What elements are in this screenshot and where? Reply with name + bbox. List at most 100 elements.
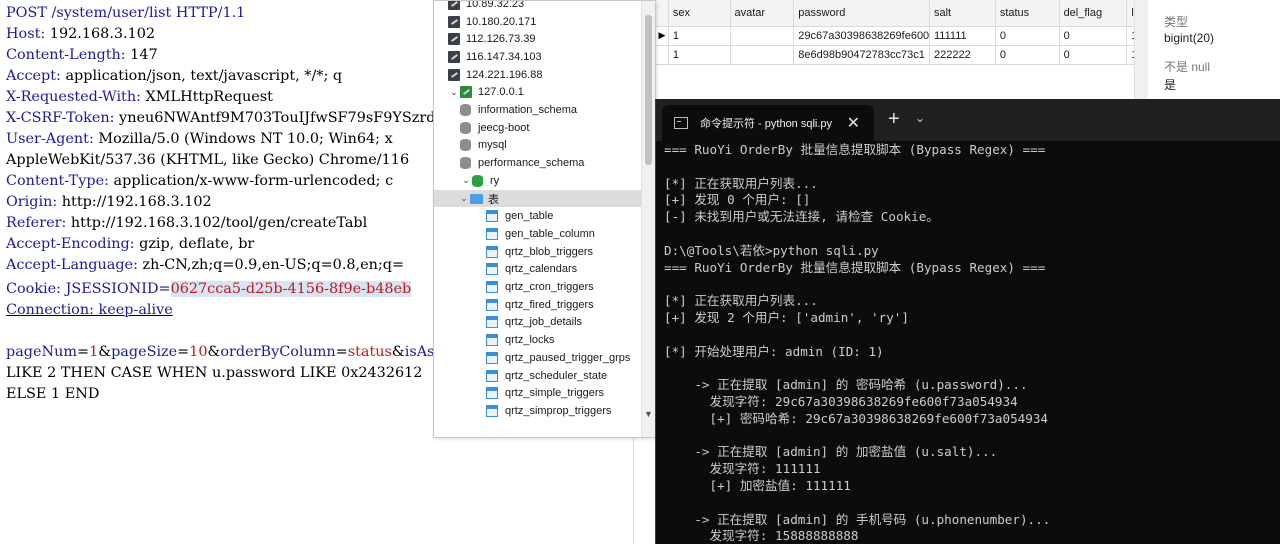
expand-chevron-icon[interactable]: ⌄ — [458, 193, 470, 204]
table-icon — [486, 227, 498, 240]
grid-scrollbar[interactable] — [1134, 0, 1148, 100]
tree-item[interactable]: qrtz_cron_triggers — [434, 278, 642, 296]
tree-item[interactable]: 116.147.34.103 — [434, 48, 642, 66]
notnull-label: 不是 null — [1164, 60, 1211, 74]
request-header-line: X-CSRF-Token: yneu6NWAntf9M703TouIJfwSF7… — [6, 108, 435, 129]
tree-scroll-thumb[interactable] — [645, 15, 652, 165]
header-value: http://192.168.3.102 — [57, 194, 212, 210]
column-header[interactable]: avatar — [730, 0, 795, 27]
terminal-tab[interactable]: 命令提示符 - python sqli.py ✕ — [662, 105, 874, 141]
table-icon — [486, 245, 498, 258]
tree-item[interactable]: jeecg-boot — [434, 119, 642, 137]
tree-item[interactable]: 10.89.32.23 — [434, 1, 642, 13]
expand-chevron-icon[interactable]: ⌄ — [460, 175, 472, 186]
header-key: Accept-Language: — [6, 257, 138, 273]
tree-item[interactable]: 112.126.73.39 — [434, 30, 642, 48]
tree-item-label: 124.221.196.88 — [466, 68, 543, 81]
table-cell[interactable]: 0 — [995, 45, 1060, 65]
table-icon — [486, 316, 498, 329]
tree-item-label: qrtz_cron_triggers — [505, 281, 594, 294]
request-body-line-3: ELSE 1 END — [6, 386, 100, 402]
new-tab-button[interactable]: + — [888, 109, 900, 129]
request-header-line: Accept-Encoding: gzip, deflate, br — [6, 234, 254, 255]
tree-item-label: 116.147.34.103 — [466, 50, 542, 63]
request-header-line: POST /system/user/list HTTP/1.1 — [6, 3, 245, 24]
table-cell[interactable] — [730, 45, 795, 65]
tree-item[interactable]: qrtz_paused_trigger_grps — [434, 349, 642, 367]
tree-item[interactable]: ⌄ 表 — [434, 189, 642, 208]
tab-dropdown-icon[interactable]: ⌄ — [915, 111, 925, 125]
grid-header-row: sexavatarpasswordsaltstatusdel_flaglo — [656, 0, 1136, 27]
tree-item[interactable]: 124.221.196.88 — [434, 66, 642, 84]
table-icon — [486, 334, 498, 347]
tree-item[interactable]: ⌄ 127.0.0.1 — [434, 84, 642, 102]
column-header[interactable]: del_flag — [1059, 0, 1128, 27]
header-value: AppleWebKit/537.36 (KHTML, like Gecko) C… — [6, 152, 410, 168]
tree-item[interactable]: gen_table — [434, 207, 642, 225]
table-cell[interactable]: 0 — [1059, 26, 1128, 46]
database-icon — [472, 174, 483, 187]
table-cell[interactable]: 0 — [1059, 45, 1128, 65]
table-icon — [486, 369, 498, 382]
tree-item[interactable]: ⌄ ry — [434, 172, 642, 190]
close-tab-icon[interactable]: ✕ — [847, 113, 860, 133]
tree-item-label: qrtz_blob_triggers — [505, 245, 594, 258]
table-cell[interactable]: 1 — [668, 45, 731, 65]
data-grid[interactable]: sexavatarpasswordsaltstatusdel_flaglo ▶1… — [656, 0, 1136, 100]
terminal-line: [-] 未找到用户或无法连接, 请检查 Cookie。 — [664, 209, 939, 225]
column-header[interactable]: password — [793, 0, 930, 27]
expand-chevron-icon[interactable]: ⌄ — [448, 87, 460, 98]
header-key: X-CSRF-Token: — [6, 110, 115, 126]
row-marker-header — [656, 0, 669, 27]
tree-item-label: jeecg-boot — [478, 121, 530, 134]
column-header[interactable]: sex — [668, 0, 731, 27]
table-icon — [486, 404, 498, 417]
tree-item[interactable]: qrtz_calendars — [434, 261, 642, 279]
tree-item-label: qrtz_locks — [505, 334, 555, 347]
connection-tree[interactable]: 10.89.32.23 10.180.20.171 112.126.73.39 116… — [433, 0, 656, 438]
tree-item[interactable]: qrtz_job_details — [434, 314, 642, 332]
tree-item-label: qrtz_job_details — [505, 316, 583, 329]
tree-item-label: 112.126.73.39 — [466, 33, 536, 46]
tree-item[interactable]: 10.180.20.171 — [434, 13, 642, 31]
tree-item[interactable]: qrtz_simple_triggers — [434, 384, 642, 402]
tree-item[interactable]: information_schema — [434, 101, 642, 119]
table-cell[interactable]: 8e6d98b90472783cc73c1 — [793, 45, 930, 65]
request-header-line: Accept: application/json, text/javascrip… — [6, 66, 342, 87]
tree-item[interactable]: qrtz_locks — [434, 331, 642, 349]
table-cell[interactable]: 111111 — [929, 26, 996, 46]
tree-item[interactable]: performance_schema — [434, 154, 642, 172]
tree-item-label: qrtz_calendars — [505, 263, 578, 276]
table-cell[interactable]: 1 — [668, 26, 731, 46]
request-header-line: X-Requested-With: XMLHttpRequest — [6, 87, 273, 108]
tree-item[interactable]: qrtz_blob_triggers — [434, 243, 642, 261]
header-key: Origin: — [6, 194, 58, 210]
table-row[interactable]: 18e6d98b90472783cc73c12222220012 — [656, 45, 1136, 65]
terminal-line: [+] 加密盐值: 111111 — [664, 478, 851, 493]
terminal-line: [*] 开始处理用户: admin (ID: 1) — [664, 343, 884, 359]
column-header[interactable]: status — [995, 0, 1060, 27]
table-cell[interactable]: 29c67a30398638269fe600 — [793, 26, 930, 46]
tree-item[interactable]: mysql — [434, 137, 642, 155]
terminal-line: [+] 发现 2 个用户: ['admin', 'ry'] — [664, 310, 909, 325]
tree-item[interactable]: gen_table_column — [434, 225, 642, 243]
table-folder-icon — [470, 193, 483, 204]
tree-item[interactable]: qrtz_fired_triggers — [434, 296, 642, 314]
tree-item[interactable]: qrtz_scheduler_state — [434, 367, 642, 385]
scroll-down-icon[interactable]: ▼ — [644, 409, 653, 419]
terminal-line: -> 正在提取 [admin] 的 密码哈希 (u.password)... — [664, 377, 1028, 393]
table-cell[interactable]: 0 — [995, 26, 1060, 46]
table-row[interactable]: ▶129c67a30398638269fe6001111110012 — [656, 26, 1136, 46]
table-cell[interactable]: 222222 — [929, 45, 996, 65]
tree-item-label: qrtz_fired_triggers — [505, 298, 594, 311]
tree-item-label: ry — [490, 174, 500, 187]
connection-icon — [448, 33, 460, 46]
terminal-window[interactable]: 命令提示符 - python sqli.py ✕ + ⌄ === RuoYi O… — [655, 99, 1280, 544]
table-icon — [486, 351, 498, 364]
table-cell[interactable] — [730, 26, 795, 46]
type-value: bigint(20) — [1164, 31, 1215, 45]
tree-scrollbar[interactable]: ▼ — [641, 1, 655, 437]
column-header[interactable]: salt — [929, 0, 996, 27]
tree-item[interactable]: qrtz_simprop_triggers — [434, 402, 642, 420]
terminal-tab-bar: 命令提示符 - python sqli.py ✕ + ⌄ — [656, 99, 1280, 141]
